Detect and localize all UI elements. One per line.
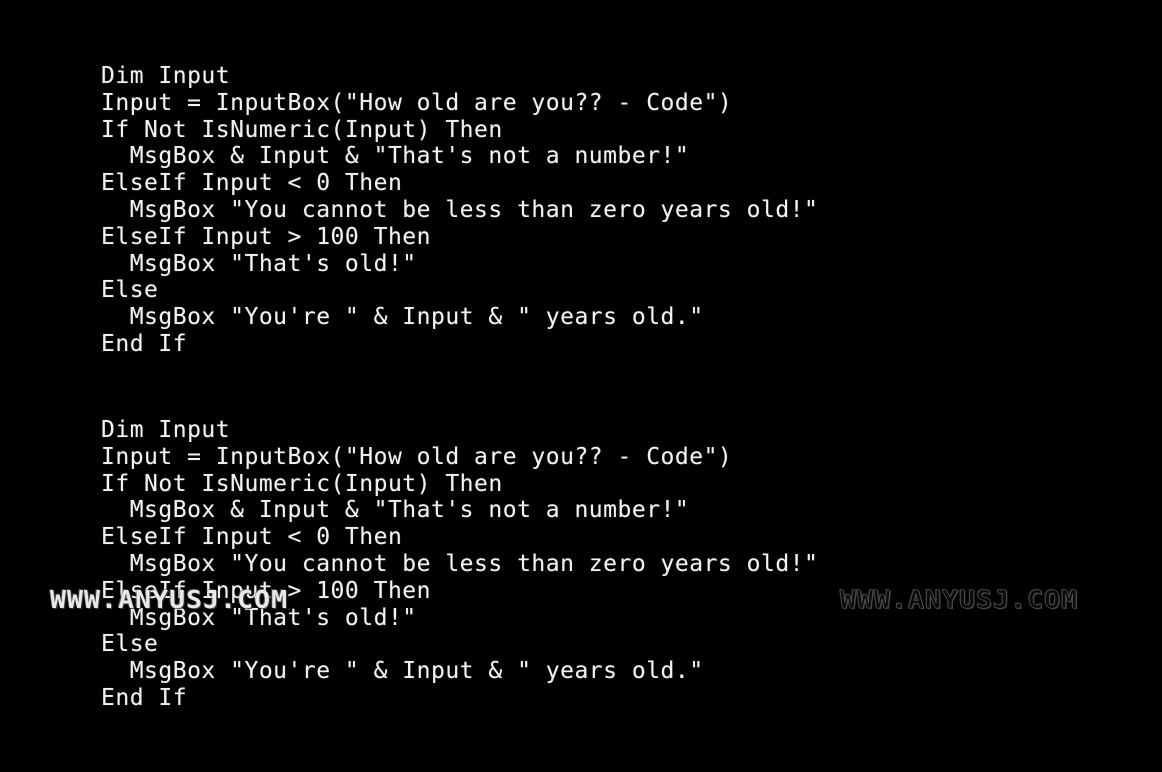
- code-line: Else: [101, 277, 159, 304]
- code-line: MsgBox "You're " & Input & " years old.": [101, 658, 704, 685]
- watermark-left: WWW.ANYUSJ.COM: [50, 585, 289, 614]
- code-line: Else: [101, 631, 159, 658]
- code-line: If Not IsNumeric(Input) Then: [101, 116, 503, 143]
- code-line: MsgBox "You cannot be less than zero yea…: [101, 550, 819, 577]
- watermark-right: WWW.ANYUSJ.COM: [840, 585, 1079, 615]
- code-line: Input = InputBox("How old are you?? - Co…: [101, 89, 733, 116]
- code-line: ElseIf Input < 0 Then: [101, 524, 403, 551]
- code-line: Input = InputBox("How old are you?? - Co…: [101, 443, 733, 470]
- code-block-secondary: Dim Input Input = InputBox("How old are y…: [101, 417, 818, 712]
- screen-root: Dim Input Input = InputBox("How old are y…: [0, 0, 1162, 772]
- code-line: If Not IsNumeric(Input) Then: [101, 470, 503, 497]
- code-line: MsgBox & Input & "That's not a number!": [101, 143, 690, 170]
- code-line: MsgBox & Input & "That's not a number!": [101, 497, 690, 524]
- code-line: MsgBox "You're " & Input & " years old.": [101, 304, 704, 331]
- code-line: ElseIf Input < 0 Then: [101, 170, 403, 197]
- code-line: ElseIf Input > 100 Then: [101, 223, 431, 250]
- code-line: Dim Input: [101, 417, 231, 443]
- code-line: MsgBox "That's old!": [101, 250, 417, 277]
- code-block-primary: Dim Input Input = InputBox("How old are y…: [101, 63, 818, 358]
- code-line: End If: [101, 330, 188, 357]
- code-line: End If: [101, 684, 188, 711]
- code-line: Dim Input: [101, 63, 231, 89]
- code-line: MsgBox "You cannot be less than zero yea…: [101, 196, 819, 223]
